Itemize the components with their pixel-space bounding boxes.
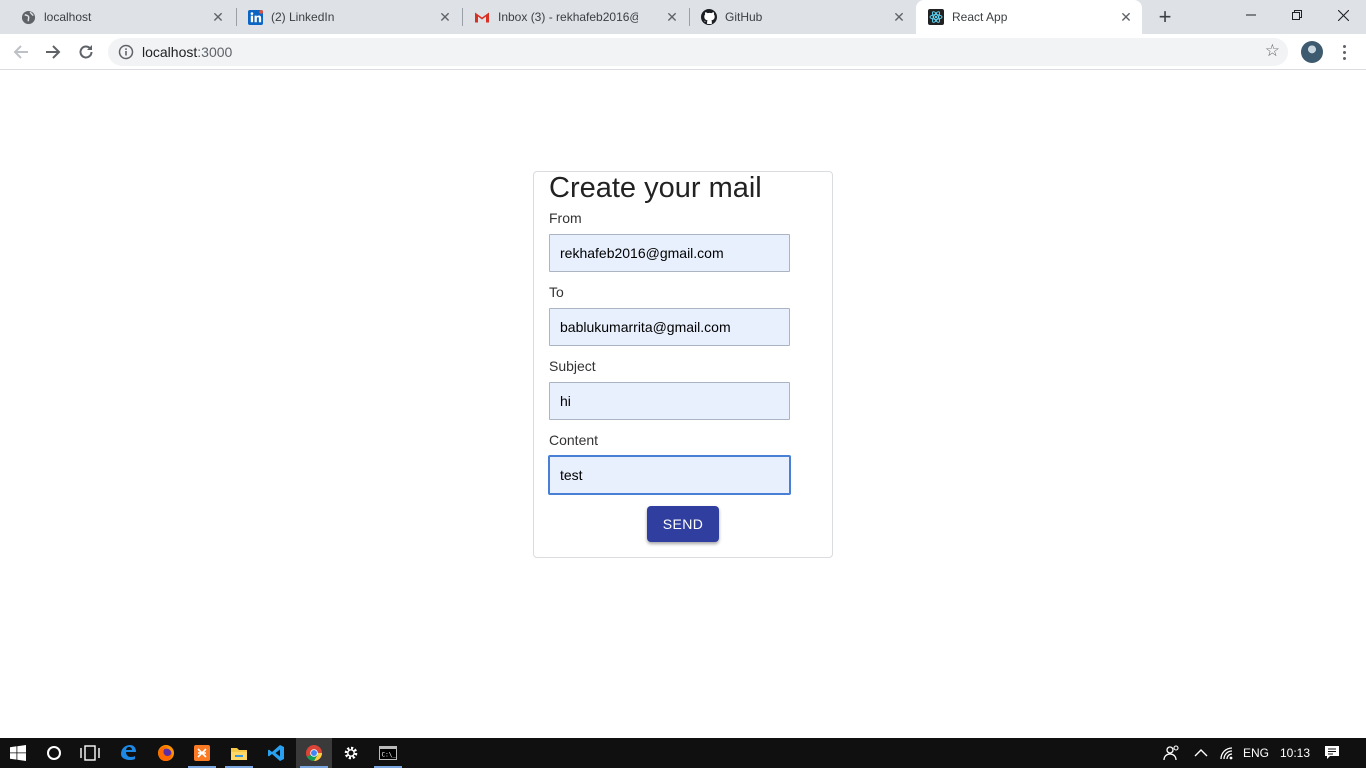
minimize-window-button[interactable]: [1228, 0, 1274, 30]
new-tab-button[interactable]: +: [1153, 6, 1177, 30]
firefox-icon[interactable]: [148, 738, 184, 768]
from-field[interactable]: [549, 234, 790, 272]
tab-react-app[interactable]: React App ✕: [916, 0, 1142, 34]
mail-form-card: Create your mail From To Subject Content…: [533, 171, 833, 558]
page-title: Create your mail: [549, 172, 762, 204]
reload-button[interactable]: [74, 40, 98, 64]
tab-linkedin[interactable]: (2) LinkedIn ✕: [235, 0, 461, 34]
close-tab-icon[interactable]: ✕: [437, 9, 453, 25]
browser-tab-strip: localhost ✕ (2) LinkedIn ✕ Inbox (3) - r…: [0, 0, 1366, 34]
tab-gmail-inbox[interactable]: Inbox (3) - rekhafeb2016@gma ✕: [462, 0, 688, 34]
command-prompt-icon[interactable]: C:\_: [370, 738, 406, 768]
subject-label: Subject: [549, 358, 596, 374]
input-language-indicator[interactable]: ENG: [1243, 738, 1269, 768]
svg-text:C:\_: C:\_: [382, 752, 397, 759]
arrow-left-icon: [13, 45, 28, 59]
url-text: localhost:3000: [142, 44, 232, 60]
profile-avatar[interactable]: [1301, 41, 1323, 63]
people-icon[interactable]: [1163, 738, 1181, 768]
xampp-icon[interactable]: [184, 738, 220, 768]
close-tab-icon[interactable]: ✕: [891, 9, 907, 25]
tab-title: (2) LinkedIn: [271, 10, 335, 24]
restore-window-button[interactable]: [1274, 0, 1320, 30]
send-button[interactable]: SEND: [647, 506, 719, 542]
to-label: To: [549, 284, 564, 300]
gmail-icon: [474, 9, 490, 25]
content-label: Content: [549, 432, 599, 448]
edge-icon[interactable]: [110, 738, 146, 768]
file-explorer-icon[interactable]: [221, 738, 257, 768]
settings-icon[interactable]: [333, 738, 369, 768]
cortana-search-icon[interactable]: [36, 738, 72, 768]
show-hidden-icons-icon[interactable]: [1194, 738, 1208, 768]
globe-icon: [20, 9, 36, 25]
minimize-icon: [1246, 14, 1256, 16]
windows-taskbar: C:\_ ENG 10:13: [0, 738, 1366, 768]
tab-title: localhost: [44, 10, 92, 24]
react-icon: [928, 9, 944, 25]
vscode-icon[interactable]: [258, 738, 294, 768]
linkedin-icon: [247, 9, 263, 25]
info-icon[interactable]: [118, 44, 134, 60]
url-host: localhost: [142, 44, 198, 60]
reload-icon: [79, 45, 93, 59]
clock-time[interactable]: 10:13: [1280, 738, 1310, 768]
bookmark-star-icon[interactable]: ☆: [1265, 41, 1280, 61]
windows-start-icon[interactable]: [0, 738, 36, 768]
restore-icon: [1292, 10, 1302, 20]
to-field[interactable]: [549, 308, 790, 346]
url-port: :3000: [197, 44, 233, 60]
chrome-icon[interactable]: [296, 738, 332, 768]
task-view-icon[interactable]: [72, 738, 108, 768]
address-bar[interactable]: localhost:3000 ☆: [108, 38, 1288, 66]
subject-field[interactable]: [549, 382, 790, 420]
arrow-right-icon: [46, 45, 61, 59]
tab-github[interactable]: GitHub ✕: [689, 0, 915, 34]
browser-menu-icon[interactable]: [1336, 40, 1352, 64]
from-label: From: [549, 210, 582, 226]
action-center-icon[interactable]: [1324, 738, 1340, 768]
close-tab-icon[interactable]: ✕: [664, 9, 680, 25]
tab-title: GitHub: [725, 10, 763, 24]
back-button[interactable]: [9, 40, 33, 64]
close-tab-icon[interactable]: ✕: [210, 9, 226, 25]
browser-toolbar: localhost:3000 ☆: [0, 34, 1366, 70]
tab-title: Inbox (3) - rekhafeb2016@gma: [498, 10, 638, 24]
tab-title: React App: [952, 10, 1008, 24]
close-icon: [1337, 9, 1349, 21]
network-wifi-icon[interactable]: [1219, 738, 1235, 768]
github-icon: [701, 9, 717, 25]
close-tab-icon[interactable]: ✕: [1118, 9, 1134, 25]
tab-localhost[interactable]: localhost ✕: [8, 0, 234, 34]
content-field[interactable]: [549, 456, 790, 494]
forward-button[interactable]: [41, 40, 65, 64]
close-window-button[interactable]: [1320, 0, 1366, 30]
